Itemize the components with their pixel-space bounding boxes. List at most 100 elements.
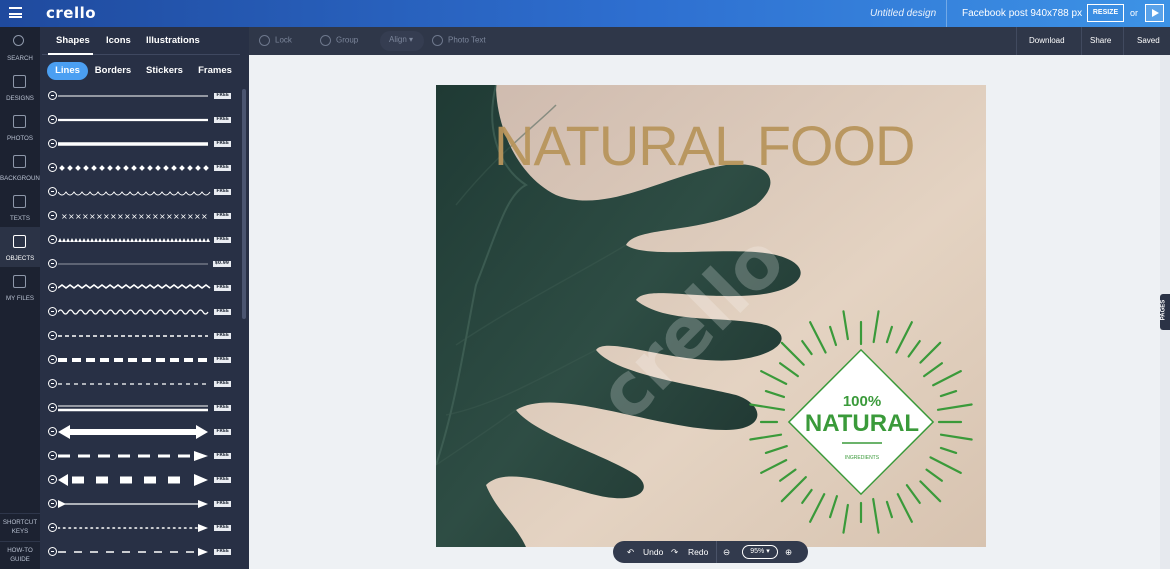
zoom-select[interactable]: 95% ▾ — [742, 545, 778, 559]
sidebar-item-photos[interactable]: PHOTOS — [0, 107, 40, 147]
tab-illustrations[interactable]: Illustrations — [146, 35, 200, 46]
line-item-dashed-thin[interactable]: FREE — [48, 372, 233, 396]
info-icon[interactable] — [48, 91, 57, 100]
info-icon[interactable] — [48, 427, 57, 436]
info-icon[interactable] — [48, 163, 57, 172]
svg-text:×: × — [82, 212, 89, 221]
line-item-scallop[interactable]: FREE — [48, 180, 233, 204]
app-window: crello Untitled design Facebook post 940… — [0, 0, 1170, 569]
line-item-dashed-bold[interactable]: FREE — [48, 348, 233, 372]
lock-button[interactable]: Lock — [259, 35, 292, 46]
play-icon[interactable] — [1145, 4, 1164, 22]
subtab-frames[interactable]: Frames — [195, 62, 235, 80]
line-item-dash-arrow-thin[interactable]: FREE — [48, 540, 233, 564]
line-item-thin[interactable]: FREE — [48, 88, 233, 108]
line-item-hairline[interactable]: $0.99 — [48, 252, 233, 276]
info-icon[interactable] — [48, 523, 57, 532]
top-bar: crello Untitled design Facebook post 940… — [0, 0, 1170, 27]
info-icon[interactable] — [48, 499, 57, 508]
panel-scrollbar[interactable] — [242, 89, 246, 319]
line-item-thick[interactable]: FREE — [48, 132, 233, 156]
info-icon[interactable] — [48, 259, 57, 268]
price-badge: FREE — [214, 549, 231, 555]
svg-text:×: × — [89, 212, 96, 221]
photo-text-button[interactable]: Photo Text — [432, 35, 486, 46]
line-item-dashed-small[interactable]: FREE — [48, 324, 233, 348]
subtab-stickers[interactable]: Stickers — [142, 62, 187, 80]
pages-tab[interactable]: PAGES — [1160, 294, 1170, 330]
price-badge: FREE — [214, 405, 231, 411]
headline-text[interactable]: NATURAL FOOD — [494, 113, 915, 178]
redo-button[interactable]: Redo — [688, 547, 708, 557]
sidebar-item-texts[interactable]: TEXTS — [0, 187, 40, 227]
info-icon[interactable] — [48, 211, 57, 220]
line-item-dotted-arrow[interactable]: FREE — [48, 516, 233, 540]
download-button[interactable]: Download — [1029, 36, 1065, 45]
svg-text:×: × — [173, 212, 180, 221]
undo-icon[interactable]: ↶ — [627, 547, 634, 558]
info-icon[interactable] — [48, 379, 57, 388]
sidebar-item-my-files[interactable]: MY FILES — [0, 267, 40, 307]
sidebar-item-background[interactable]: BACKGROUND — [0, 147, 40, 187]
shortcut-keys-link[interactable]: SHORTCUT KEYS — [0, 513, 40, 539]
sidebar-item-label: PHOTOS — [6, 135, 34, 142]
svg-text:×: × — [117, 212, 124, 221]
subtab-lines[interactable]: Lines — [47, 62, 88, 80]
align-button[interactable]: Align ▾ — [389, 35, 413, 44]
design-canvas[interactable]: crello NATURAL FOOD 100% NATURAL INGREDI… — [436, 85, 986, 547]
group-button[interactable]: Group — [320, 35, 358, 46]
sidebar-item-objects[interactable]: OBJECTS — [0, 227, 40, 267]
price-badge: FREE — [214, 141, 231, 147]
info-icon[interactable] — [48, 139, 57, 148]
toolbar: Lock Group Align ▾ Photo Text Download S… — [249, 27, 1170, 55]
line-item-double[interactable]: FREE — [48, 396, 233, 420]
line-item-feather-arrow[interactable]: FREE — [48, 492, 233, 516]
tab-shapes[interactable]: Shapes — [56, 35, 90, 46]
sidebar-item-label: OBJECTS — [5, 255, 35, 262]
sunburst-ray — [907, 339, 921, 358]
natural-badge[interactable]: 100% NATURAL INGREDIENTS — [746, 307, 976, 537]
sidebar-item-search[interactable]: SEARCH — [0, 27, 40, 67]
info-icon[interactable] — [48, 331, 57, 340]
info-icon[interactable] — [48, 235, 57, 244]
info-icon[interactable] — [48, 283, 57, 292]
sunburst-ray — [780, 341, 805, 366]
line-item-medium[interactable]: FREE — [48, 108, 233, 132]
crello-logo[interactable]: crello — [46, 4, 96, 22]
subtab-borders[interactable]: Borders — [92, 62, 134, 80]
resize-button[interactable]: RESIZE — [1087, 4, 1124, 22]
line-item-block-arrow[interactable]: FREE — [48, 468, 233, 492]
line-item-diamonds[interactable]: FREE — [48, 156, 233, 180]
category-underline — [42, 53, 240, 55]
line-item-zigzag[interactable]: FREE — [48, 276, 233, 300]
info-icon[interactable] — [48, 475, 57, 484]
redo-icon[interactable]: ↷ — [671, 547, 678, 558]
sidebar-item-designs[interactable]: DESIGNS — [0, 67, 40, 107]
line-item-wave[interactable]: FREE — [48, 300, 233, 324]
svg-text:×: × — [201, 212, 208, 221]
info-icon[interactable] — [48, 547, 57, 556]
share-button[interactable]: Share — [1090, 36, 1111, 45]
tab-icons[interactable]: Icons — [106, 35, 131, 46]
info-icon[interactable] — [48, 451, 57, 460]
line-item-crosses[interactable]: × × × × × × × × × × × × × × × × × × × × × FREE — [48, 204, 233, 228]
line-item-double-arrow[interactable]: FREE — [48, 420, 233, 444]
info-icon[interactable] — [48, 115, 57, 124]
zoom-out-icon[interactable]: ⊖ — [723, 547, 730, 558]
zoom-in-icon[interactable]: ⊕ — [785, 547, 792, 558]
sidebar-item-label: BACKGROUND — [0, 175, 40, 182]
svg-text:×: × — [131, 212, 138, 221]
line-item-dash-arrow[interactable]: FREE — [48, 444, 233, 468]
menu-icon[interactable] — [9, 7, 22, 18]
sunburst-ray — [809, 321, 827, 354]
pages-tab-label: PAGES — [1160, 299, 1167, 321]
info-icon[interactable] — [48, 187, 57, 196]
undo-button[interactable]: Undo — [643, 547, 663, 557]
sunburst-ray — [778, 362, 799, 378]
design-title[interactable]: Untitled design — [870, 8, 936, 19]
line-item-triangles[interactable]: FREE — [48, 228, 233, 252]
info-icon[interactable] — [48, 355, 57, 364]
info-icon[interactable] — [48, 307, 57, 316]
info-icon[interactable] — [48, 403, 57, 412]
how-to-guide-link[interactable]: HOW-TO GUIDE — [0, 541, 40, 569]
